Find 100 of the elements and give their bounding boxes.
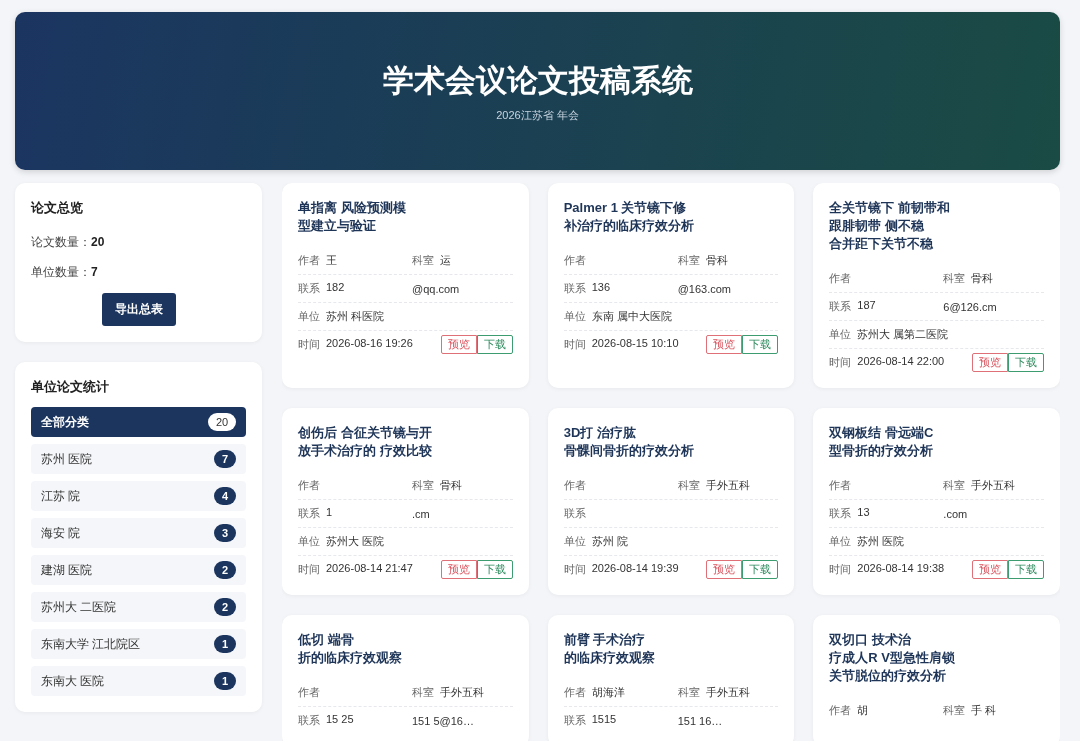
phone-value: 187 xyxy=(857,299,876,313)
export-button[interactable]: 导出总表 xyxy=(101,293,176,326)
paper-title-line: 疗成人R V型急性肩锁 xyxy=(829,649,955,667)
phone-value: 136 xyxy=(591,281,610,295)
field-label: 联系 xyxy=(829,506,852,521)
field-label: 时间 xyxy=(563,562,586,577)
unit-name: 全部分类 xyxy=(41,413,89,431)
unit-name: 东南大学 江北院区 xyxy=(41,635,141,653)
paper-title-line: 全关节镜下 前韧带和 xyxy=(829,199,950,217)
unit-name: 江苏 院 xyxy=(41,487,81,505)
email-value: .cm xyxy=(412,507,430,520)
download-button[interactable]: 下载 xyxy=(476,335,513,354)
download-button[interactable]: 下载 xyxy=(476,560,513,579)
count-badge: 1 xyxy=(214,672,236,690)
paper-title-line: 型骨折的疗效分析 xyxy=(829,442,934,460)
field-label: 作者 xyxy=(829,271,852,286)
unit-filter-item[interactable]: 建湖 医院 2 xyxy=(31,555,246,585)
paper-title-line: 3D打 治疗肱 xyxy=(563,424,636,442)
paper-title-line: 补治疗的临床疗效分析 xyxy=(563,217,694,235)
paper-title-line: 跟腓韧带 侧不稳 xyxy=(829,217,924,235)
download-button[interactable]: 下载 xyxy=(742,560,779,579)
email-value: @163.com xyxy=(677,282,731,295)
download-button[interactable]: 下载 xyxy=(1008,353,1044,372)
page-title: 学术会议论文投稿系统 xyxy=(382,61,693,100)
email-value: @qq.com xyxy=(412,282,460,295)
field-label: 作者 xyxy=(298,685,320,700)
download-button[interactable]: 下载 xyxy=(1008,560,1044,579)
phone-value: 15 25 xyxy=(326,713,354,727)
field-value: 苏州 院 xyxy=(591,534,628,549)
download-button[interactable]: 下载 xyxy=(742,335,779,354)
field-value: 手外五科 xyxy=(971,478,1016,493)
count-badge: 4 xyxy=(214,487,236,505)
field-value: 2026-08-14 22:00 xyxy=(857,355,945,369)
field-label: 作者 xyxy=(829,478,852,493)
stat-value: 20 xyxy=(91,235,105,249)
field-label: 科室 xyxy=(943,478,966,493)
field-label: 时间 xyxy=(298,562,320,577)
field-value: 手外五科 xyxy=(705,478,750,493)
count-badge: 3 xyxy=(214,524,236,542)
unit-name: 苏州大 二医院 xyxy=(41,598,117,616)
paper-title-line: 的临床疗效观察 xyxy=(563,649,655,667)
email-value: .com xyxy=(943,507,968,520)
field-label: 科室 xyxy=(943,271,966,286)
paper-title-line: 关节脱位的疗效分析 xyxy=(829,667,947,685)
field-value: 胡 xyxy=(857,703,869,718)
email-value: 6@126.cm xyxy=(943,300,997,313)
paper-title-line: Palmer 1 关节镜下修 xyxy=(563,199,687,217)
field-value: 骨科 xyxy=(705,253,728,268)
unit-filter-item[interactable]: 海安 院 3 xyxy=(31,518,246,548)
unit-filter-item[interactable]: 苏州 医院 7 xyxy=(31,444,246,474)
paper-title-line: 双钢板结 骨远端C xyxy=(829,424,934,442)
field-value: 2026-08-14 19:38 xyxy=(857,562,945,576)
field-label: 单位 xyxy=(829,327,852,342)
unit-filter-item[interactable]: 江苏 院 4 xyxy=(31,481,246,511)
paper-title-line: 放手术治疗的 疗效比较 xyxy=(298,442,432,460)
card-title: 单位论文统计 xyxy=(31,378,110,396)
count-badge: 1 xyxy=(214,635,236,653)
subtitle: 2026江苏省 年会 xyxy=(496,107,579,123)
unit-filter-item[interactable]: 全部分类 20 xyxy=(31,407,246,437)
preview-button[interactable]: 预览 xyxy=(706,335,743,354)
unit-name: 东南大 医院 xyxy=(41,672,105,690)
paper-title-line: 单指离 风险预测模 xyxy=(298,199,406,217)
preview-button[interactable]: 预览 xyxy=(440,335,477,354)
field-label: 作者 xyxy=(563,685,586,700)
preview-button[interactable]: 预览 xyxy=(440,560,477,579)
preview-button[interactable]: 预览 xyxy=(972,353,1008,372)
card-title: 论文总览 xyxy=(31,199,84,217)
field-label: 作者 xyxy=(563,253,586,268)
field-value: 2026-08-15 10:10 xyxy=(591,337,679,351)
field-label: 联系 xyxy=(298,506,320,521)
email-value: 151 16… xyxy=(677,714,723,727)
field-value: 2026-08-16 19:26 xyxy=(326,337,413,351)
unit-filter-item[interactable]: 东南大 医院 1 xyxy=(31,666,246,696)
field-label: 时间 xyxy=(563,337,586,352)
field-value: 骨科 xyxy=(971,271,994,286)
preview-button[interactable]: 预览 xyxy=(972,560,1008,579)
field-label: 作者 xyxy=(298,253,320,268)
field-label: 联系 xyxy=(298,713,320,728)
field-value: 苏州大 属第二医院 xyxy=(857,327,949,342)
field-value: 手外五科 xyxy=(705,685,750,700)
field-label: 联系 xyxy=(563,506,586,521)
field-value: 手 科 xyxy=(971,703,997,718)
unit-name: 海安 院 xyxy=(41,524,81,542)
stat-label: 单位数量： xyxy=(31,263,91,281)
unit-filter-item[interactable]: 东南大学 江北院区 1 xyxy=(31,629,246,659)
paper-title-line: 双切口 技术治 xyxy=(829,631,911,649)
field-label: 作者 xyxy=(829,703,852,718)
stat-label: 论文数量： xyxy=(31,233,91,251)
phone-value: 13 xyxy=(857,506,870,520)
field-label: 时间 xyxy=(829,355,852,370)
field-value: 运 xyxy=(440,253,451,268)
field-value: 骨科 xyxy=(440,478,462,493)
field-label: 单位 xyxy=(563,309,586,324)
stat-value: 7 xyxy=(91,265,98,279)
count-badge: 7 xyxy=(214,450,236,468)
field-label: 科室 xyxy=(412,685,434,700)
preview-button[interactable]: 预览 xyxy=(706,560,743,579)
field-label: 科室 xyxy=(677,685,700,700)
unit-filter-item[interactable]: 苏州大 二医院 2 xyxy=(31,592,246,622)
field-label: 联系 xyxy=(563,713,586,728)
